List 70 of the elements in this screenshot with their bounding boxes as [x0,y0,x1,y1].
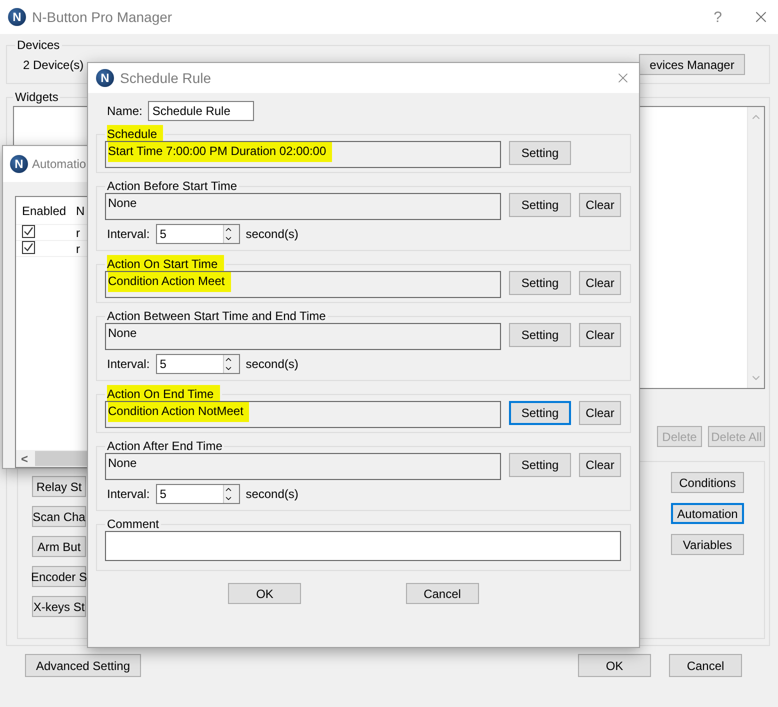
group-label: Widgets [14,90,60,104]
name-label: Name: [107,104,142,118]
interval-label: Interval: [107,227,150,241]
unit-label: second(s) [246,227,298,241]
group-label: Action After End Time [106,439,224,453]
action-display: None [105,453,501,480]
setting-button[interactable]: Setting [509,271,571,295]
clear-button[interactable]: Clear [579,193,621,217]
window-title: N-Button Pro Manager [32,9,172,25]
setting-button[interactable]: Setting [509,141,571,165]
action-display: Start Time 7:00:00 PM Duration 02:00:00 [105,141,501,168]
interval-label: Interval: [107,357,150,371]
group-label: Comment [106,517,160,531]
action-display: Condition Action Meet [105,271,501,298]
app-logo: N [8,8,26,26]
device-count: 2 Device(s) [23,58,84,72]
clear-button[interactable]: Clear [579,453,621,477]
enabled-checkbox[interactable] [22,241,35,254]
widget-button[interactable]: Conditions [671,472,744,493]
devices-manager-button[interactable]: evices Manager [639,54,745,75]
widget-button[interactable]: Automation [671,503,744,524]
interval-spinner[interactable]: 5 [156,224,240,244]
table-cell-text: r [76,226,81,240]
action-display: Condition Action NotMeet [105,401,501,428]
widget-button[interactable]: Scan Cha [32,506,86,527]
spin-down-icon[interactable] [224,364,233,373]
spin-up-icon[interactable] [224,485,233,494]
setting-button[interactable]: Setting [509,323,571,347]
ok-button[interactable]: OK [228,583,302,604]
table-cell-text: r [76,242,81,256]
group-label: Devices [16,38,61,52]
help-button[interactable]: ? [714,8,722,26]
comment-field[interactable] [105,531,621,561]
unit-label: second(s) [246,357,298,371]
ok-button[interactable]: OK [578,654,651,677]
enabled-checkbox[interactable] [22,225,35,238]
widget-button[interactable]: Encoder S [32,566,86,587]
app-logo: N [10,155,28,173]
interval-spinner[interactable]: 5 [156,484,240,504]
scroll-left-arrow[interactable]: < [16,452,33,466]
column-header: N [76,204,86,218]
column-header: Enabled [21,204,68,218]
advanced-setting-button[interactable]: Advanced Setting [25,654,141,677]
name-field[interactable]: Schedule Rule [148,101,254,121]
window-title: Automatio [32,157,86,171]
widget-button[interactable]: X-keys St [32,596,86,617]
widget-button[interactable]: Relay St [32,476,86,497]
spin-up-icon[interactable] [224,225,233,234]
widget-button[interactable]: Arm But [32,536,86,557]
group-label: Action Before Start Time [106,179,238,193]
widget-button[interactable]: Variables [671,534,744,555]
clear-button[interactable]: Clear [579,323,621,347]
action-display: None [105,193,501,220]
clear-button[interactable]: Clear [579,401,621,425]
cancel-button[interactable]: Cancel [406,583,479,604]
interval-spinner[interactable]: 5 [156,354,240,374]
dialog-title: Schedule Rule [120,70,212,86]
setting-button[interactable]: Setting [509,193,571,217]
clear-button[interactable]: Clear [579,271,621,295]
spin-down-icon[interactable] [224,234,233,243]
group-label: Action Between Start Time and End Time [106,309,327,323]
spin-down-icon[interactable] [224,494,233,503]
interval-label: Interval: [107,487,150,501]
cancel-button[interactable]: Cancel [669,654,742,677]
setting-button[interactable]: Setting [509,401,571,425]
app-logo: N [96,69,114,87]
unit-label: second(s) [246,487,298,501]
spin-up-icon[interactable] [224,355,233,364]
setting-button[interactable]: Setting [509,453,571,477]
action-display: None [105,323,501,350]
